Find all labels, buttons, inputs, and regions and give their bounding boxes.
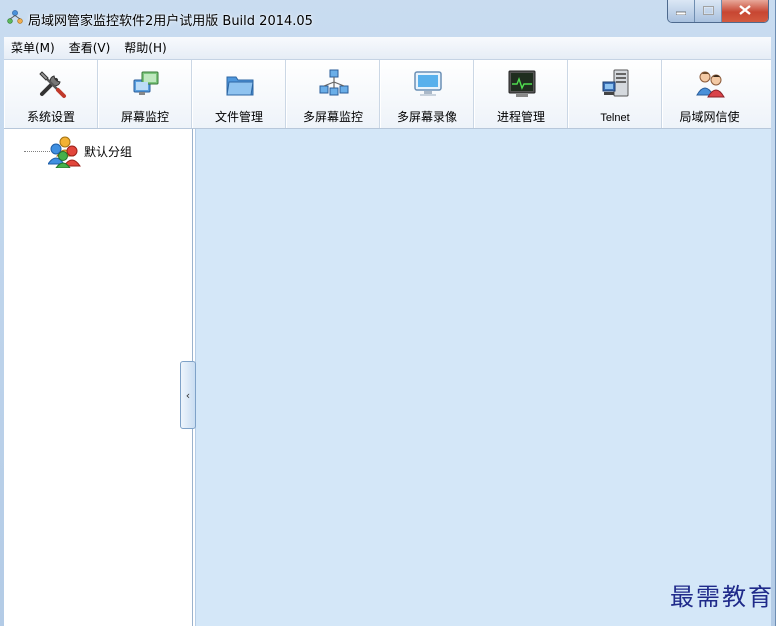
messenger-icon <box>696 71 725 98</box>
file-manager-button[interactable]: 文件管理 <box>192 60 286 128</box>
toolbar-label: 多屏幕录像 <box>396 110 457 124</box>
folder-icon <box>226 76 254 96</box>
minimize-button[interactable] <box>668 0 695 22</box>
group-tree: 默认分组 <box>4 129 193 626</box>
monitor-network-icon <box>133 71 159 95</box>
system-settings-button[interactable]: 系统设置 <box>4 60 98 128</box>
menu-main[interactable]: 菜单(M) <box>4 37 62 59</box>
desktop-edge <box>776 0 784 626</box>
toolbar-label: 多屏幕监控 <box>302 110 363 124</box>
title-bar[interactable]: 局域网管家监控软件2用户试用版 Build 2014.05 <box>0 0 775 36</box>
tree-node-default-group[interactable]: 默认分组 <box>48 134 132 168</box>
multi-screen-icon <box>319 69 349 96</box>
tree-connector <box>24 151 50 153</box>
close-icon <box>739 4 751 18</box>
toolbar: 系统设置 屏幕监控 文件管理 多屏幕监控 多屏幕录像 进程管理 Telnet 局… <box>4 60 771 129</box>
menu-view[interactable]: 查看(V) <box>62 37 118 59</box>
menu-help[interactable]: 帮助(H) <box>117 37 173 59</box>
chevron-left-icon: ‹ <box>185 388 191 402</box>
tree-node-label: 默认分组 <box>84 144 133 159</box>
toolbar-label: Telnet <box>600 112 630 124</box>
toolbar-label: 文件管理 <box>214 110 263 124</box>
screen-monitor-button[interactable]: 屏幕监控 <box>98 60 192 128</box>
process-icon <box>508 70 536 97</box>
collapse-panel-button[interactable]: ‹ <box>180 361 196 429</box>
display-icon <box>414 71 442 96</box>
toolbar-label: 屏幕监控 <box>120 110 169 124</box>
tools-icon <box>39 71 66 98</box>
maximize-button[interactable] <box>695 0 722 22</box>
minimize-icon <box>675 4 687 18</box>
app-network-icon <box>7 9 23 25</box>
server-icon <box>602 69 629 97</box>
process-manager-button[interactable]: 进程管理 <box>474 60 568 128</box>
window-frame: 局域网管家监控软件2用户试用版 Build 2014.05 菜单(M) 查看(V… <box>0 0 776 626</box>
close-button[interactable] <box>722 0 768 22</box>
watermark-text: 最需教育 <box>670 583 774 611</box>
multi-screen-record-button[interactable]: 多屏幕录像 <box>380 60 474 128</box>
toolbar-label: 系统设置 <box>26 110 75 124</box>
window-title: 局域网管家监控软件2用户试用版 Build 2014.05 <box>28 14 313 29</box>
toolbar-label: 局域网信使 <box>679 110 740 124</box>
telnet-button[interactable]: Telnet <box>568 60 662 128</box>
content-area: 默认分组 ‹ <box>4 129 771 626</box>
lan-messenger-button[interactable]: 局域网信使 <box>662 60 756 128</box>
maximize-icon <box>702 4 714 18</box>
main-pane <box>195 129 771 626</box>
toolbar-label: 进程管理 <box>496 110 545 124</box>
menu-bar: 菜单(M) 查看(V) 帮助(H) <box>4 37 771 60</box>
multi-screen-monitor-button[interactable]: 多屏幕监控 <box>286 60 380 128</box>
window-controls <box>667 0 769 23</box>
group-icon <box>48 136 81 168</box>
